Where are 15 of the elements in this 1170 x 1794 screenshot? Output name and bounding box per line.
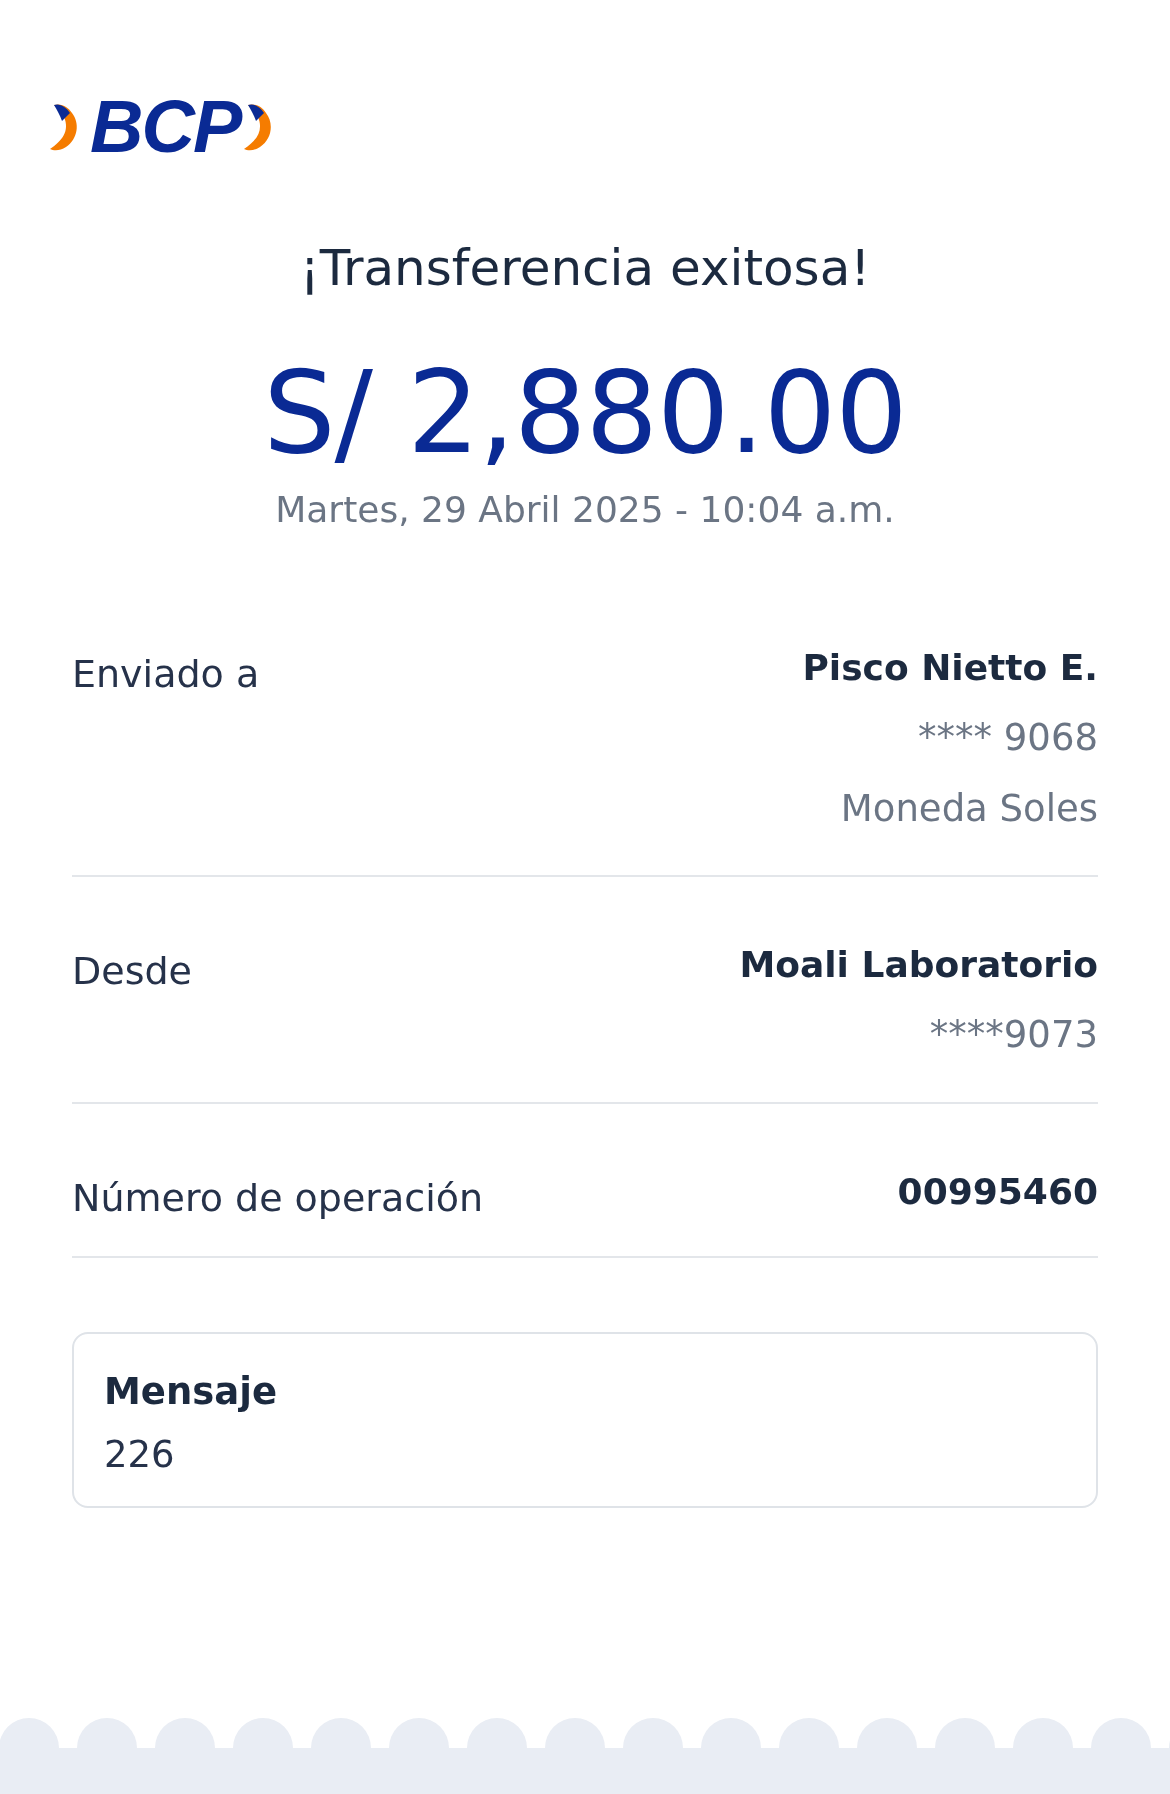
message-label: Mensaje xyxy=(104,1369,279,1413)
detail-value: Moali Laboratorio xyxy=(739,945,1098,985)
amount: S/ 2,880.00 xyxy=(262,350,908,476)
detail-value: **** 9068 xyxy=(918,718,1098,759)
detail-value: ****9073 xyxy=(929,1014,1098,1056)
detail-label: Desde xyxy=(72,948,192,994)
detail-value: Moneda Soles xyxy=(840,788,1098,830)
date-time: Martes, 29 Abril 2025 - 10:04 a.m. xyxy=(274,489,896,531)
detail-value: 00995460 xyxy=(897,1171,1098,1212)
logo: BCP xyxy=(90,90,241,164)
page-title: ¡Transferencia exitosa! xyxy=(298,238,872,298)
message-value: 226 xyxy=(104,1432,176,1476)
detail-label: Número de operación xyxy=(72,1174,484,1220)
detail-label: Enviado a xyxy=(72,651,260,697)
detail-value: Pisco Nietto E. xyxy=(802,648,1098,688)
